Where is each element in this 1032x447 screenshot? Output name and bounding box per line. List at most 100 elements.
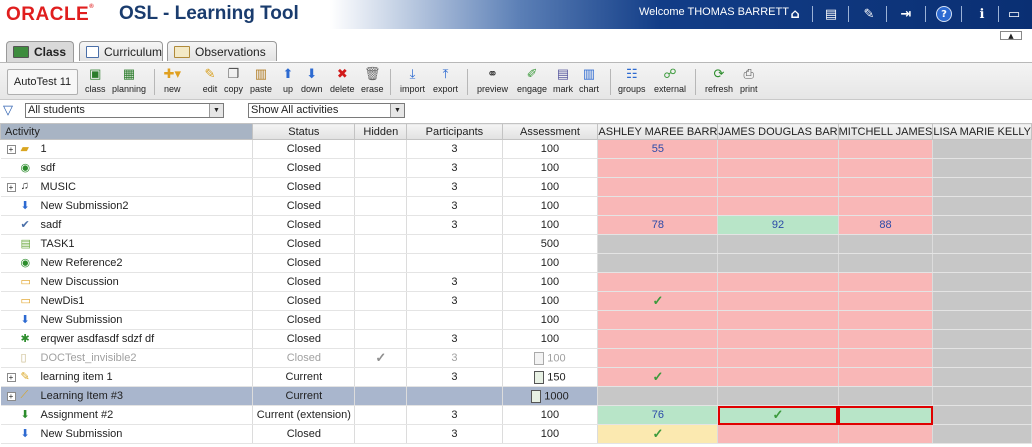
column-header-student[interactable]: JAMES DOUGLAS BAR	[717, 123, 839, 140]
table-row[interactable]: ⬇ New Submission Closed 100	[0, 310, 1032, 330]
activity-cell[interactable]: ▭ NewDis1	[0, 291, 254, 311]
planning-button[interactable]: ▦ planning	[112, 66, 146, 94]
grade-cell[interactable]	[597, 310, 719, 330]
activity-cell[interactable]: ▯ DOCTest_invisible2	[0, 348, 254, 368]
activity-cell[interactable]: ⬇ New Submission	[0, 310, 254, 330]
activity-cell[interactable]: ✔ sadf	[0, 215, 254, 235]
copy-button[interactable]: ❐ copy	[224, 66, 243, 94]
library-icon[interactable]: ▤	[821, 4, 841, 24]
grade-cell[interactable]	[717, 386, 839, 406]
table-row[interactable]: + ▰ 1 Closed 3 100 55	[0, 139, 1032, 159]
grade-cell[interactable]: 88	[838, 215, 934, 235]
grade-cell[interactable]	[717, 234, 839, 254]
grade-cell[interactable]	[838, 272, 934, 292]
grade-cell[interactable]	[717, 291, 839, 311]
grade-cell[interactable]	[932, 177, 1032, 197]
expand-icon[interactable]: +	[6, 391, 16, 401]
grade-cell[interactable]	[717, 329, 839, 349]
column-header-student[interactable]: MITCHELL JAMES	[837, 123, 934, 140]
info-icon[interactable]: ℹ	[972, 4, 992, 24]
tab-observations[interactable]: Observations	[167, 41, 277, 61]
grade-cell[interactable]	[838, 386, 934, 406]
grade-cell[interactable]	[932, 310, 1032, 330]
grade-cell[interactable]	[717, 367, 839, 387]
grade-cell[interactable]	[838, 139, 934, 159]
logout-icon[interactable]: ⇥	[896, 4, 916, 24]
activity-cell[interactable]: + ⟋ Learning Item #3	[0, 386, 254, 406]
grade-cell[interactable]	[597, 177, 719, 197]
table-row[interactable]: ⬇ New Submission2 Closed 3 100	[0, 196, 1032, 216]
grade-cell[interactable]	[717, 158, 839, 178]
grade-cell[interactable]	[932, 253, 1032, 273]
grade-cell[interactable]	[838, 158, 934, 178]
preview-button[interactable]: ⚭ preview	[477, 66, 508, 94]
grade-cell[interactable]	[597, 158, 719, 178]
table-row[interactable]: + ✎ learning item 1 Current 3 150 ✓	[0, 367, 1032, 387]
erase-button[interactable]: 🗑 erase	[361, 66, 384, 94]
delete-button[interactable]: ✖ delete	[330, 66, 355, 94]
expand-icon[interactable]: +	[6, 182, 16, 192]
students-filter-select[interactable]: All students ▼	[25, 103, 224, 118]
grade-cell[interactable]	[717, 310, 839, 330]
grade-cell[interactable]	[838, 424, 934, 444]
grade-cell[interactable]	[838, 196, 934, 216]
grade-cell[interactable]	[597, 253, 719, 273]
tab-class[interactable]: Class	[6, 41, 74, 62]
external-button[interactable]: ☍ external	[654, 66, 686, 94]
grade-cell[interactable]	[717, 272, 839, 292]
grade-cell[interactable]	[717, 424, 839, 444]
activity-cell[interactable]: + ▰ 1	[0, 139, 254, 159]
print-button[interactable]: ⎙ print	[740, 66, 758, 94]
activity-cell[interactable]: ✱ erqwer asdfasdf sdzf df	[0, 329, 254, 349]
expand-icon[interactable]: +	[6, 372, 16, 382]
new-button[interactable]: ✚▾ new	[164, 66, 181, 94]
table-row[interactable]: + ♫ MUSIC Closed 3 100	[0, 177, 1032, 197]
table-row[interactable]: ⬇ New Submission Closed 3 100 ✓	[0, 424, 1032, 444]
grade-cell[interactable]	[717, 177, 839, 197]
table-row[interactable]: ⬇ Assignment #2 Current (extension) 3 100…	[0, 405, 1032, 425]
grade-cell[interactable]	[597, 234, 719, 254]
activity-cell[interactable]: ⬇ New Submission2	[0, 196, 254, 216]
grade-cell[interactable]	[838, 310, 934, 330]
grade-cell[interactable]	[717, 253, 839, 273]
grade-cell[interactable]	[838, 367, 934, 387]
table-row[interactable]: ✱ erqwer asdfasdf sdzf df Closed 3 100	[0, 329, 1032, 349]
grade-cell[interactable]	[597, 196, 719, 216]
paste-button[interactable]: ▥ paste	[250, 66, 272, 94]
down-button[interactable]: ⬇ down	[301, 66, 323, 94]
grade-cell[interactable]	[932, 272, 1032, 292]
grade-cell[interactable]: 78	[597, 215, 719, 235]
up-button[interactable]: ⬆ up	[280, 66, 296, 94]
table-row[interactable]: ✔ sadf Closed 3 100 78 92 88	[0, 215, 1032, 235]
grade-cell[interactable]: ✓	[597, 424, 719, 444]
grade-cell[interactable]	[717, 348, 839, 368]
activity-cell[interactable]: ⬇ New Submission	[0, 424, 254, 444]
column-header-activity[interactable]: Activity	[0, 123, 254, 140]
collapse-toggle-icon[interactable]: ▲	[1000, 31, 1022, 40]
grade-cell[interactable]	[932, 234, 1032, 254]
grade-cell[interactable]	[932, 386, 1032, 406]
table-row[interactable]: ▭ NewDis1 Closed 3 100 ✓	[0, 291, 1032, 311]
export-button[interactable]: ⤒ export	[433, 66, 458, 94]
column-header-assessment[interactable]: Assessment	[501, 123, 599, 140]
class-selector[interactable]: AutoTest 11	[7, 69, 78, 95]
grade-cell[interactable]	[932, 405, 1032, 425]
grade-cell[interactable]: ✓	[597, 367, 719, 387]
column-header-hidden[interactable]: Hidden	[354, 123, 408, 140]
grade-cell[interactable]	[717, 139, 839, 159]
grade-cell[interactable]: ✓	[597, 291, 719, 311]
activity-cell[interactable]: ▤ TASK1	[0, 234, 254, 254]
tab-curriculum[interactable]: Curriculum	[79, 41, 163, 61]
column-header-status[interactable]: Status	[252, 123, 356, 140]
table-row[interactable]: ▤ TASK1 Closed 500	[0, 234, 1032, 254]
grade-cell[interactable]	[838, 405, 934, 425]
table-row[interactable]: ▭ New Discussion Closed 3 100	[0, 272, 1032, 292]
column-header-student[interactable]: ASHLEY MAREE BARR	[597, 123, 719, 140]
groups-button[interactable]: ☷ groups	[618, 66, 646, 94]
grade-cell[interactable]: 55	[597, 139, 719, 159]
grade-cell[interactable]: ✓	[717, 405, 839, 425]
expand-icon[interactable]: +	[6, 144, 16, 154]
grade-cell[interactable]	[597, 272, 719, 292]
filter-icon[interactable]: ▽	[3, 103, 18, 118]
activity-cell[interactable]: ◉ sdf	[0, 158, 254, 178]
